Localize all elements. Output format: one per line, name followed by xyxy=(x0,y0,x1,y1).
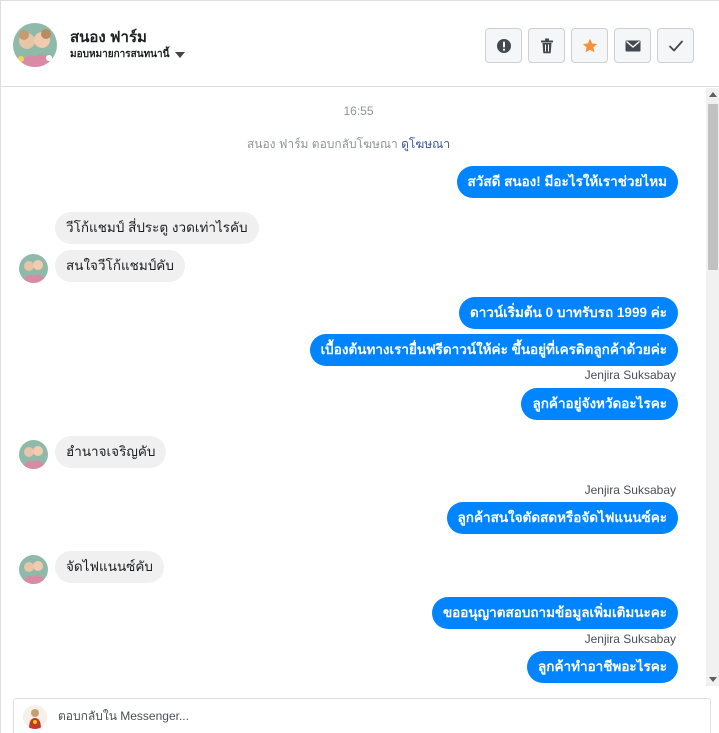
message-incoming: วีโก้แชมป์ สี่ประตู งวดเท่าไรคับ xyxy=(55,212,259,244)
message-outgoing: เบื้องต้นทางเรายื่นฟรีดาวน์ให้ค่ะ ขึ้นอย… xyxy=(309,334,678,366)
assign-label: มอบหมายการสนทนานี้ xyxy=(70,49,170,60)
conversation-header: สนอง ฟาร์ม มอบหมายการสนทนานี้ xyxy=(1,1,719,87)
ad-reply-text: สนอง ฟาร์ม ตอบกลับโฆษณา xyxy=(246,137,398,151)
reply-input[interactable] xyxy=(58,703,698,729)
message-outgoing: สวัสดี สนอง! มีอะไรให้เราช่วยไหม xyxy=(456,166,678,198)
scrollbar-thumb[interactable] xyxy=(708,104,718,270)
star-button[interactable] xyxy=(571,28,608,63)
caret-down-icon xyxy=(175,52,186,58)
trash-icon xyxy=(540,38,553,53)
message-outgoing: ลูกค้าสนใจตัดสดหรือจัดไฟแนนซ์คะ xyxy=(446,502,678,534)
scroll-down-arrow-icon[interactable] xyxy=(709,677,717,682)
sender-name: Jenjira Suksabay xyxy=(584,368,676,382)
reply-composer xyxy=(13,698,711,733)
customer-avatar xyxy=(19,555,48,584)
customer-avatar xyxy=(19,440,48,469)
star-icon xyxy=(582,38,597,52)
mark-spam-button[interactable] xyxy=(485,28,522,63)
alert-icon xyxy=(496,38,511,53)
view-ad-link[interactable]: ดูโฆษณา xyxy=(401,137,450,151)
message-incoming: จัดไฟแนนซ์คับ xyxy=(55,551,164,583)
delete-button[interactable] xyxy=(528,28,565,63)
message-thread: 16:55 สนอง ฟาร์ม ตอบกลับโฆษณา ดูโฆษณา สว… xyxy=(1,88,706,686)
page-avatar[interactable] xyxy=(13,23,57,67)
page-title: สนอง ฟาร์ม xyxy=(70,29,147,46)
message-outgoing: ลูกค้าอยู่จังหวัดอะไรคะ xyxy=(521,388,678,420)
customer-avatar xyxy=(19,254,48,283)
scroll-up-arrow-icon[interactable] xyxy=(709,92,717,97)
message-outgoing: ดาวน์เริ่มต้น 0 บาทรับรถ 1999 ค่ะ xyxy=(458,297,678,329)
message-incoming: สนใจวีโก้แชมป์คับ xyxy=(55,250,185,282)
messenger-panel: สนอง ฟาร์ม มอบหมายการสนทนานี้ 16:55 สนอง… xyxy=(0,0,719,733)
agent-avatar xyxy=(23,705,47,729)
message-outgoing: ลูกค้าทำอาชีพอะไรคะ xyxy=(527,651,678,683)
ad-reply-note: สนอง ฟาร์ม ตอบกลับโฆษณา ดูโฆษณา xyxy=(1,135,696,154)
assign-conversation-dropdown[interactable]: มอบหมายการสนทนานี้ xyxy=(70,47,186,62)
sender-name: Jenjira Suksabay xyxy=(584,483,676,497)
action-toolbar xyxy=(485,28,694,63)
mark-done-button[interactable] xyxy=(657,28,694,63)
timestamp: 16:55 xyxy=(343,104,374,118)
check-icon xyxy=(668,40,683,51)
message-outgoing: ขออนุญาตสอบถามข้อมูลเพิ่มเติมนะคะ xyxy=(431,597,678,629)
sender-name: Jenjira Suksabay xyxy=(584,632,676,646)
thread-scrollbar[interactable] xyxy=(706,88,719,686)
mark-unread-button[interactable] xyxy=(614,28,651,63)
message-incoming: ฮำนาจเจริญคับ xyxy=(55,436,167,468)
envelope-icon xyxy=(625,40,640,51)
